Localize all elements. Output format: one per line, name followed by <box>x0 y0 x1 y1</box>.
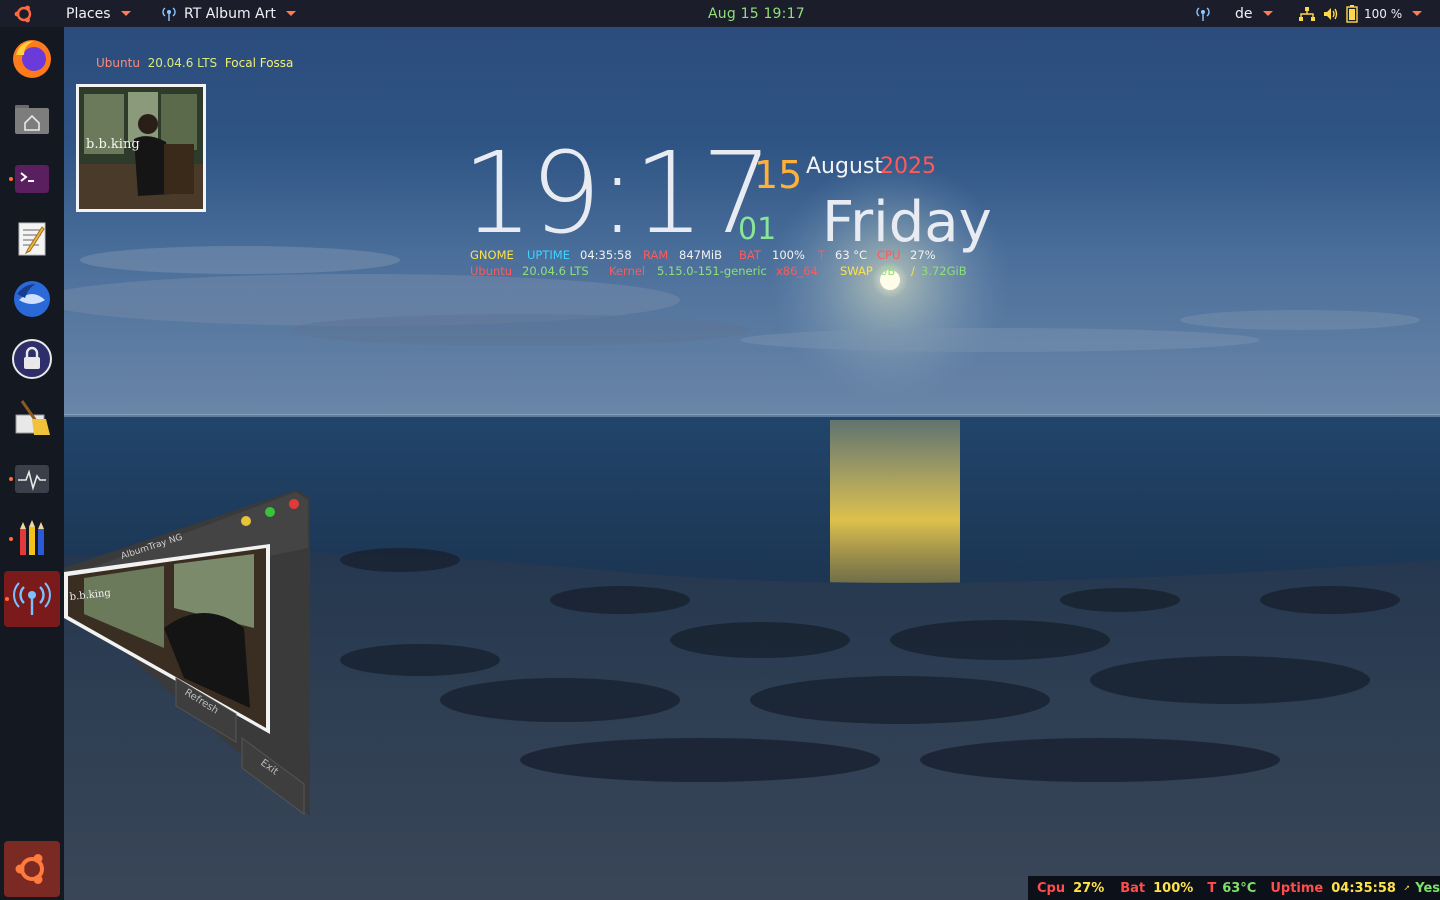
system-monitor-icon <box>15 465 49 493</box>
status-temp-value: 63°C <box>1222 880 1257 896</box>
status-update: Yes <box>1415 880 1440 896</box>
radio-icon <box>13 582 51 615</box>
update-icon <box>1404 885 1409 891</box>
stat-ram-label: RAM <box>643 248 669 262</box>
activities-button[interactable] <box>12 0 36 27</box>
radio-icon <box>162 6 176 21</box>
clock-day: 15 <box>754 153 803 197</box>
stat-cpu-label: CPU <box>877 248 901 262</box>
network-icon <box>1299 6 1315 21</box>
running-indicator <box>5 597 9 601</box>
top-panel: Places RT Album Art Aug 15 19:17 de 100 … <box>0 0 1440 27</box>
chevron-down-icon <box>1262 11 1273 16</box>
dock-item-firefox[interactable] <box>4 31 60 87</box>
maximize-button[interactable] <box>265 507 275 517</box>
stat-cpu-value: 27% <box>910 248 936 262</box>
conky-status-bar: Cpu 27% Bat 100% T 63°C Uptime 04:35:58 … <box>1028 876 1440 900</box>
terminal-icon <box>15 165 49 193</box>
dock-item-bleachbit[interactable] <box>4 391 60 447</box>
chevron-down-icon <box>285 11 296 16</box>
dock-item-keepassxc[interactable] <box>4 331 60 387</box>
stat-kernel-label: Kernel <box>609 264 646 278</box>
stat-distro-value: 20.04.6 LTS <box>522 264 589 278</box>
ubuntu-logo-icon <box>14 5 32 22</box>
status-bat-label: Bat <box>1120 880 1146 896</box>
stat-temp-label: T <box>818 248 826 262</box>
running-indicator <box>9 177 13 181</box>
album-thumb-artist: b.b.king <box>86 137 140 152</box>
keyboard-layout-menu[interactable]: de <box>1235 0 1273 27</box>
dock-item-rt-album-art[interactable] <box>4 571 60 627</box>
dock-item-system-monitor[interactable] <box>4 451 60 507</box>
dock-item-color-pencils[interactable] <box>4 511 60 567</box>
dock <box>0 27 64 900</box>
minimize-button[interactable] <box>241 516 251 526</box>
app-menu[interactable]: RT Album Art <box>160 0 296 27</box>
system-menu[interactable]: 100 % <box>1298 0 1423 27</box>
status-cpu-value: 27% <box>1073 880 1105 896</box>
datetime-label: Aug 15 19:17 <box>708 5 805 22</box>
radio-indicator[interactable] <box>1194 0 1212 27</box>
status-uptime-label: Uptime <box>1270 880 1324 896</box>
stat-kernel-value: 5.15.0-151-generic <box>657 264 767 278</box>
clock-year: 2025 <box>880 154 936 179</box>
os-distro: Ubuntu <box>96 56 140 70</box>
chevron-down-icon <box>1412 11 1423 16</box>
os-info-line: Ubuntu 20.04.6 LTS Focal Fossa <box>96 56 293 70</box>
clock-weekday: Friday <box>822 190 992 255</box>
thunderbird-icon <box>14 281 50 317</box>
color-pencils-icon <box>20 520 44 555</box>
stat-temp-value: 63 °C <box>835 248 868 262</box>
stat-uptime-value: 04:35:58 <box>580 248 632 262</box>
close-button[interactable] <box>289 499 299 509</box>
stat-ram-value: 847MiB <box>679 248 722 262</box>
show-applications-button[interactable] <box>4 841 60 897</box>
clock-month: August <box>806 154 883 179</box>
lock-icon <box>12 339 52 379</box>
stat-uptime-label: UPTIME <box>527 248 570 262</box>
firefox-icon <box>13 40 51 78</box>
volume-icon <box>1324 7 1338 20</box>
battery-icon <box>1346 4 1358 23</box>
dock-item-home-folder[interactable] <box>4 91 60 147</box>
stat-swap-separator: / <box>911 264 915 278</box>
places-menu[interactable]: Places <box>66 0 131 27</box>
album-tray-window[interactable]: AlbumTray NG b.b.king Refresh Exit <box>64 488 310 818</box>
text-editor-icon <box>18 222 46 256</box>
datetime-menu[interactable]: Aug 15 19:17 <box>708 0 805 27</box>
dock-item-text-editor[interactable] <box>4 211 60 267</box>
ubuntu-logo-icon <box>15 854 44 884</box>
battery-percent: 100 % <box>1364 6 1403 21</box>
clock-week: 01 <box>738 212 777 247</box>
running-indicator <box>9 537 13 541</box>
stat-distro-label: Ubuntu <box>470 264 513 278</box>
stat-desktop-env: GNOME <box>470 248 514 262</box>
home-folder-icon <box>15 105 49 134</box>
os-codename: Focal Fossa <box>224 56 294 70</box>
stat-arch: x86_64 <box>776 264 818 278</box>
places-label: Places <box>66 5 111 22</box>
dock-item-thunderbird[interactable] <box>4 271 60 327</box>
keyboard-layout-label: de <box>1235 5 1253 22</box>
stat-bat-value: 100% <box>772 248 805 262</box>
chevron-down-icon <box>120 11 131 16</box>
running-indicator <box>9 477 13 481</box>
broom-icon <box>15 400 50 435</box>
dock-item-terminal[interactable] <box>4 151 60 207</box>
stat-swap-total: 3.72GiB <box>921 264 967 278</box>
app-menu-label: RT Album Art <box>184 5 276 22</box>
stat-swap-label: SWAP <box>840 264 873 278</box>
status-bat-value: 100% <box>1153 880 1194 896</box>
album-cover-thumbnail[interactable]: b.b.king <box>76 84 206 212</box>
status-temp-label: T <box>1207 880 1217 896</box>
status-uptime-value: 04:35:58 <box>1331 880 1396 896</box>
radio-icon <box>1196 6 1210 21</box>
os-version: 20.04.6 LTS <box>147 56 218 70</box>
status-cpu-label: Cpu <box>1037 880 1066 896</box>
stat-swap-used: 0B <box>880 264 896 278</box>
clock-time: 19:17 <box>462 129 773 259</box>
stat-bat-label: BAT <box>739 248 761 262</box>
